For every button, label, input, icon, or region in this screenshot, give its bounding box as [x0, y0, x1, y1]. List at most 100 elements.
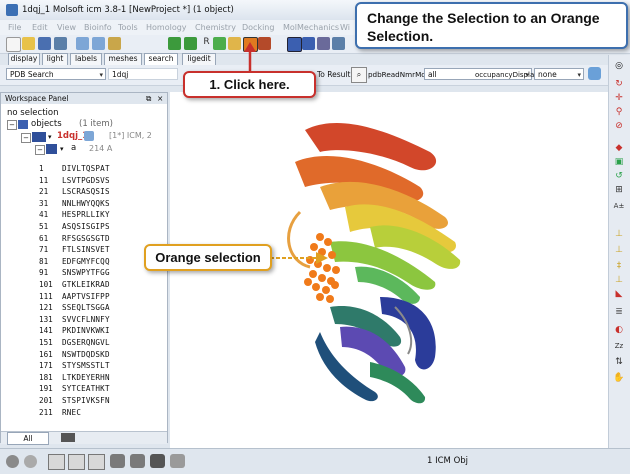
- sequence-row-residues[interactable]: GTKLEIKRAD: [62, 280, 110, 289]
- measure-icon[interactable]: ⊞: [613, 185, 625, 195]
- visibility-dropdown-icon[interactable]: ▾: [48, 133, 52, 141]
- center-icon[interactable]: ▣: [613, 157, 625, 167]
- menu-edit[interactable]: Edit: [32, 23, 48, 32]
- sequence-row-residues[interactable]: DIVLTQSPAT: [62, 164, 110, 173]
- chain-dropdown-icon[interactable]: ▾: [60, 145, 64, 153]
- chain-name[interactable]: a: [71, 143, 76, 153]
- object-collapse-toggle[interactable]: −: [21, 133, 31, 143]
- select-green-icon[interactable]: [213, 37, 226, 50]
- settings-icon[interactable]: [54, 37, 67, 50]
- color-icon[interactable]: ◆: [613, 143, 625, 153]
- sequence-row-residues[interactable]: SNSWPYTFGG: [62, 268, 110, 277]
- sequence-row-residues[interactable]: HESPRLLIKY: [62, 210, 110, 219]
- select-atom-icon[interactable]: [184, 37, 197, 50]
- tab-display[interactable]: display: [8, 53, 40, 65]
- chem-icon[interactable]: [317, 37, 330, 50]
- panel-toggle-icon[interactable]: [48, 454, 65, 470]
- close-icon[interactable]: ×: [157, 93, 163, 104]
- fdb-icon[interactable]: [287, 37, 302, 52]
- objects-label[interactable]: objects: [31, 119, 62, 129]
- query-input[interactable]: 1dqj: [108, 68, 178, 80]
- zoom-icon[interactable]: ⚲: [613, 107, 625, 117]
- sequence-row-residues[interactable]: DGSERQNGVL: [62, 338, 110, 347]
- redo-icon[interactable]: [92, 37, 105, 50]
- tab-search[interactable]: search: [144, 53, 178, 65]
- sort-icon[interactable]: ⇅: [613, 357, 625, 367]
- move-icon[interactable]: ✛: [613, 93, 625, 103]
- stop-icon[interactable]: [6, 455, 19, 468]
- hand-icon[interactable]: ✋: [613, 373, 625, 383]
- sequence-icon[interactable]: [302, 37, 315, 50]
- sequence-row-residues[interactable]: STYSMSSTLT: [62, 361, 110, 370]
- clip-icon[interactable]: ⊘: [613, 121, 625, 131]
- distance-icon[interactable]: ⊥: [613, 229, 625, 239]
- table-icon[interactable]: [332, 37, 345, 50]
- undo-icon[interactable]: [76, 37, 89, 50]
- sequence-row-residues[interactable]: SVVCFLNNFY: [62, 315, 110, 324]
- menu-docking[interactable]: Docking: [242, 23, 274, 32]
- sequence-row-residues[interactable]: NSWTDQDSKD: [62, 350, 110, 359]
- sequence-row-residues[interactable]: STSPIVKSFN: [62, 396, 110, 405]
- sequence-row-residues[interactable]: LSCRASQSIS: [62, 187, 110, 196]
- sequence-row-residues[interactable]: SYTCEATHKT: [62, 384, 110, 393]
- save-icon[interactable]: [38, 37, 51, 50]
- rotate-icon[interactable]: ↻: [613, 79, 625, 89]
- sequence-row-residues[interactable]: EDFGMYFCQQ: [62, 257, 110, 266]
- sequence-row-residues[interactable]: SSEQLTSGGA: [62, 303, 110, 312]
- record-icon[interactable]: [24, 455, 37, 468]
- tab-meshes[interactable]: meshes: [104, 53, 142, 65]
- sequence-row-residues[interactable]: RFSGSGSGTD: [62, 234, 110, 243]
- menu-file[interactable]: File: [8, 23, 21, 32]
- eye-icon[interactable]: [150, 454, 165, 468]
- r-icon[interactable]: R: [200, 37, 213, 50]
- graphics-icon[interactable]: [108, 37, 121, 50]
- menu-chemistry[interactable]: Chemistry: [195, 23, 236, 32]
- menu-homology[interactable]: Homology: [146, 23, 187, 32]
- align-icon[interactable]: ≣: [613, 307, 625, 317]
- torsion-icon[interactable]: ‡: [613, 261, 625, 271]
- panel-toggle-icon-2[interactable]: [68, 454, 85, 470]
- sequence-row-residues[interactable]: AAPTVSIFPP: [62, 292, 110, 301]
- collapse-toggle[interactable]: −: [7, 120, 17, 130]
- clock-icon[interactable]: [170, 454, 185, 468]
- float-icon[interactable]: ⧉: [146, 93, 151, 104]
- menu-molmechanics[interactable]: MolMechanics: [283, 23, 339, 32]
- menu-view[interactable]: View: [57, 23, 76, 32]
- tab-light[interactable]: light: [42, 53, 68, 65]
- sequence-row-residues[interactable]: FTLSINSVET: [62, 245, 110, 254]
- zz-icon[interactable]: Zz: [613, 341, 625, 351]
- db-select[interactable]: PDB Search ▾: [6, 68, 106, 80]
- text-label-icon[interactable]: A±: [613, 201, 625, 211]
- recolor-icon[interactable]: ↺: [613, 171, 625, 181]
- angle-icon[interactable]: ⊥: [613, 245, 625, 255]
- target-icon[interactable]: ◎: [613, 61, 625, 71]
- plane-icon[interactable]: ⊥: [613, 275, 625, 285]
- camera-icon[interactable]: [130, 454, 145, 468]
- new-file-icon[interactable]: [6, 37, 21, 52]
- tab-all[interactable]: All: [7, 432, 49, 445]
- gear-icon[interactable]: [110, 454, 125, 468]
- tag-icon[interactable]: ◐: [613, 325, 625, 335]
- occupancy-select[interactable]: all occupancyDispla ▾: [424, 68, 534, 80]
- sequence-row-residues[interactable]: NNLHWYQQKS: [62, 199, 110, 208]
- tab-labels[interactable]: labels: [70, 53, 102, 65]
- sequence-row-residues[interactable]: LSVTPGDSVS: [62, 176, 110, 185]
- open-folder-icon[interactable]: [22, 37, 35, 50]
- refresh-icon[interactable]: [588, 67, 601, 80]
- sequence-row-residues[interactable]: LTKDEYERHN: [62, 373, 110, 382]
- select-residue-icon[interactable]: [168, 37, 181, 50]
- chemistry-tab-icon[interactable]: [61, 433, 75, 442]
- sequence-row-residues[interactable]: PKDINVKWKI: [62, 326, 110, 335]
- tab-ligedit[interactable]: ligedit: [182, 53, 216, 65]
- display-select[interactable]: none ▾: [534, 68, 584, 80]
- panel-toggle-icon-3[interactable]: [88, 454, 105, 470]
- chain-collapse-toggle[interactable]: −: [35, 145, 45, 155]
- to-result-label[interactable]: To Result: [317, 70, 350, 79]
- menu-bioinfo[interactable]: Bioinfo: [84, 23, 112, 32]
- binoculars-icon[interactable]: ⌕: [351, 67, 367, 83]
- menu-window[interactable]: Wi: [340, 23, 350, 32]
- eraser-icon[interactable]: ◣: [613, 289, 625, 299]
- sequence-row-residues[interactable]: ASQSISGIPS: [62, 222, 110, 231]
- sequence-row-residues[interactable]: RNEC: [62, 408, 81, 417]
- menu-tools[interactable]: Tools: [118, 23, 138, 32]
